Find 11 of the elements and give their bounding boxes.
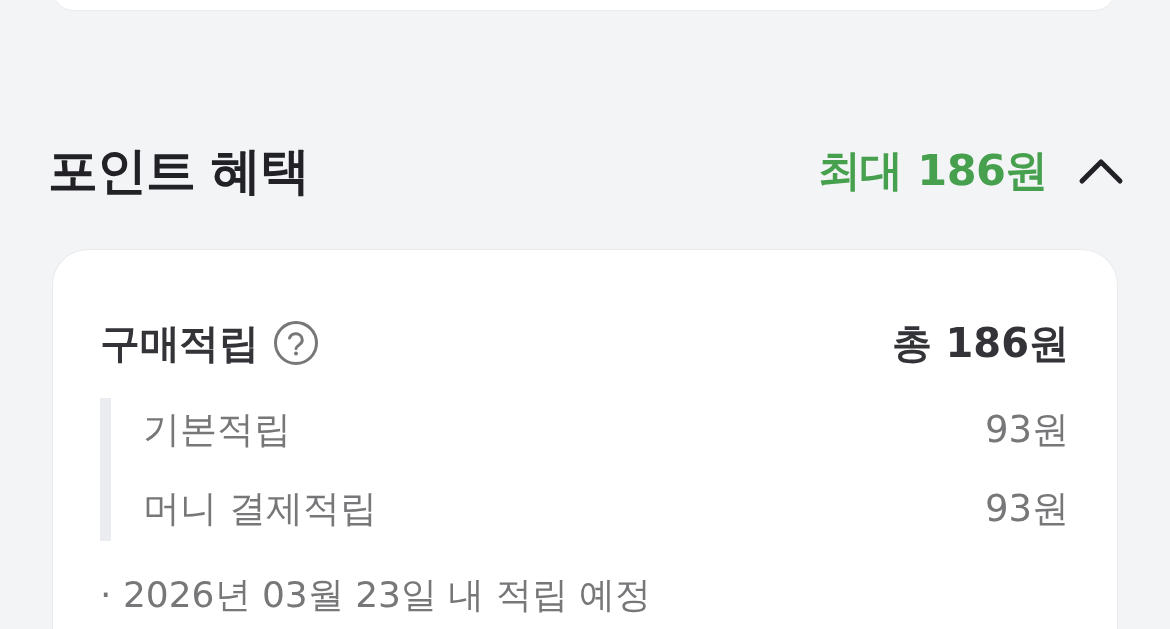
- total-points: 총 186원: [891, 318, 1069, 368]
- points-value: 93원: [984, 407, 1069, 453]
- card-title: 구매적립: [100, 318, 258, 368]
- accrual-date-note: · 2026년 03월 23일 내 적립 예정: [100, 573, 652, 617]
- points-value: 93원: [984, 486, 1069, 532]
- section-title: 포인트 혜택: [48, 140, 310, 202]
- points-label: 기본적립: [143, 407, 291, 453]
- chevron-icon[interactable]: [1078, 157, 1124, 185]
- max-points-summary: 최대 186원: [817, 144, 1048, 197]
- points-label: 머니 결제적립: [143, 486, 377, 532]
- help-icon[interactable]: [274, 321, 318, 365]
